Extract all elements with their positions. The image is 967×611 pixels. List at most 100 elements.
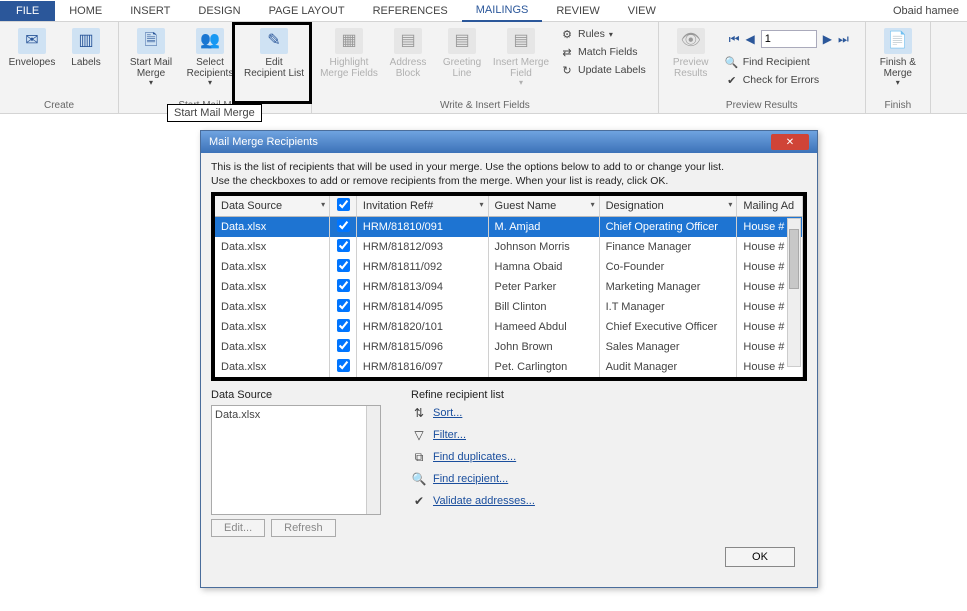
table-row[interactable]: Data.xlsxHRM/81816/097Pet. CarlingtonAud… [215,357,803,377]
dialog-titlebar[interactable]: Mail Merge Recipients ✕ [201,131,817,153]
filter-link[interactable]: Filter... [433,429,466,441]
edit-button[interactable]: Edit... [211,519,265,537]
col-mailing-address[interactable]: Mailing Ad [737,196,803,217]
col-invitation-ref[interactable]: Invitation Ref#▾ [357,196,489,217]
refine-panel: Refine recipient list ⇅Sort... ▽Filter..… [411,389,807,537]
envelopes-button[interactable]: ✉ Envelopes [6,24,58,72]
table-row[interactable]: Data.xlsxHRM/81810/091M. AmjadChief Oper… [215,217,803,237]
tab-view[interactable]: VIEW [614,1,670,21]
sort-icon: ▾ [591,200,595,209]
preview-results-button[interactable]: 👁 Preview Results [665,24,717,83]
ok-button[interactable]: OK [725,547,795,567]
tab-mailings[interactable]: MAILINGS [462,0,543,22]
labels-button[interactable]: ▥ Labels [60,24,112,72]
table-row[interactable]: Data.xlsxHRM/81814/095Bill ClintonI.T Ma… [215,297,803,317]
table-row[interactable]: Data.xlsxHRM/81815/096John BrownSales Ma… [215,337,803,357]
address-block-button[interactable]: ▤ Address Block [382,24,434,83]
cell-checkbox[interactable] [330,337,357,357]
tab-file[interactable]: FILE [0,1,55,21]
col-designation[interactable]: Designation▾ [600,196,738,217]
match-icon: ⇄ [560,45,574,59]
cell-data-source: Data.xlsx [215,257,330,277]
dialog-title: Mail Merge Recipients [209,136,318,148]
cell-checkbox[interactable] [330,257,357,277]
cell-checkbox[interactable] [330,297,357,317]
edit-list-icon: ✎ [260,28,288,54]
last-record-button[interactable]: ⏭ [838,32,849,47]
match-fields-button[interactable]: ⇄Match Fields [558,44,648,60]
tab-insert[interactable]: INSERT [116,1,184,21]
tab-home[interactable]: HOME [55,1,116,21]
check-errors-button[interactable]: ✔Check for Errors [723,72,855,88]
cell-checkbox[interactable] [330,237,357,257]
find-duplicates-link[interactable]: Find duplicates... [433,451,516,463]
rules-button[interactable]: ⚙Rules ▾ [558,26,648,42]
cell-designation: Finance Manager [600,237,738,257]
ribbon: ✉ Envelopes ▥ Labels Create 🗎 Start Mail… [0,22,967,114]
cell-designation: Chief Operating Officer [600,217,738,237]
cell-checkbox[interactable] [330,277,357,297]
highlight-merge-fields-button[interactable]: ▦ Highlight Merge Fields [318,24,380,83]
record-number-input[interactable] [761,30,817,48]
cell-checkbox[interactable] [330,317,357,337]
close-button[interactable]: ✕ [771,134,809,150]
tab-bar: FILE HOME INSERT DESIGN PAGE LAYOUT REFE… [0,0,967,22]
first-record-button[interactable]: ⏮ [729,32,740,47]
row-checkbox[interactable] [337,359,350,372]
recipients-table[interactable]: Data Source▾ Invitation Ref#▾ Guest Name… [215,196,803,377]
cell-checkbox[interactable] [330,217,357,237]
refresh-button[interactable]: Refresh [271,519,336,537]
data-source-item[interactable]: Data.xlsx [215,409,260,421]
cell-guest-name: John Brown [489,337,600,357]
select-recipients-button[interactable]: 👥 Select Recipients ▾ [179,24,241,92]
scrollbar[interactable] [787,218,801,367]
greeting-line-button[interactable]: ▤ Greeting Line [436,24,488,83]
table-row[interactable]: Data.xlsxHRM/81811/092Hamna ObaidCo-Foun… [215,257,803,277]
table-row[interactable]: Data.xlsxHRM/81813/094Peter ParkerMarket… [215,277,803,297]
tab-design[interactable]: DESIGN [184,1,254,21]
cell-invitation-ref: HRM/81811/092 [357,257,489,277]
data-source-list[interactable]: Data.xlsx [211,405,381,515]
validate-addresses-link[interactable]: Validate addresses... [433,495,535,507]
row-checkbox[interactable] [337,339,350,352]
header-checkbox[interactable] [337,198,350,211]
record-nav: ⏮ ◀ ▶ ⏭ [723,26,855,52]
tab-page-layout[interactable]: PAGE LAYOUT [255,1,359,21]
group-label-write: Write & Insert Fields [318,98,652,113]
tab-references[interactable]: REFERENCES [359,1,462,21]
sort-link[interactable]: Sort... [433,407,462,419]
group-finish: 📄 Finish & Merge ▾ Finish [866,22,931,113]
cell-checkbox[interactable] [330,357,357,377]
row-checkbox[interactable] [337,259,350,272]
prev-record-button[interactable]: ◀ [746,32,755,46]
start-mail-merge-button[interactable]: 🗎 Start Mail Merge ▾ [125,24,177,92]
address-icon: ▤ [394,28,422,54]
row-checkbox[interactable] [337,279,350,292]
scrollbar[interactable] [366,406,380,514]
cell-data-source: Data.xlsx [215,237,330,257]
insert-merge-field-button[interactable]: ▤ Insert Merge Field ▾ [490,24,552,92]
labels-icon: ▥ [72,28,100,54]
next-record-button[interactable]: ▶ [823,32,832,46]
scrollbar-thumb[interactable] [789,229,799,289]
find-recipient-link[interactable]: Find recipient... [433,473,508,485]
tab-review[interactable]: REVIEW [542,1,613,21]
row-checkbox[interactable] [337,299,350,312]
duplicates-icon: ⧉ [411,449,427,465]
cell-invitation-ref: HRM/81816/097 [357,357,489,377]
update-labels-button[interactable]: ↻Update Labels [558,62,648,78]
edit-recipient-list-button[interactable]: ✎ Edit Recipient List [243,24,305,83]
table-row[interactable]: Data.xlsxHRM/81820/101Hameed AbdulChief … [215,317,803,337]
col-data-source[interactable]: Data Source▾ [215,196,330,217]
finish-merge-button[interactable]: 📄 Finish & Merge ▾ [872,24,924,92]
highlight-icon: ▦ [335,28,363,54]
find-recipient-button[interactable]: 🔍Find Recipient [723,54,855,70]
col-guest-name[interactable]: Guest Name▾ [489,196,600,217]
find-icon: 🔍 [411,471,427,487]
col-checkbox[interactable] [330,196,357,217]
group-label-create: Create [6,98,112,113]
row-checkbox[interactable] [337,239,350,252]
row-checkbox[interactable] [337,219,350,232]
table-row[interactable]: Data.xlsxHRM/81812/093Johnson MorrisFina… [215,237,803,257]
row-checkbox[interactable] [337,319,350,332]
